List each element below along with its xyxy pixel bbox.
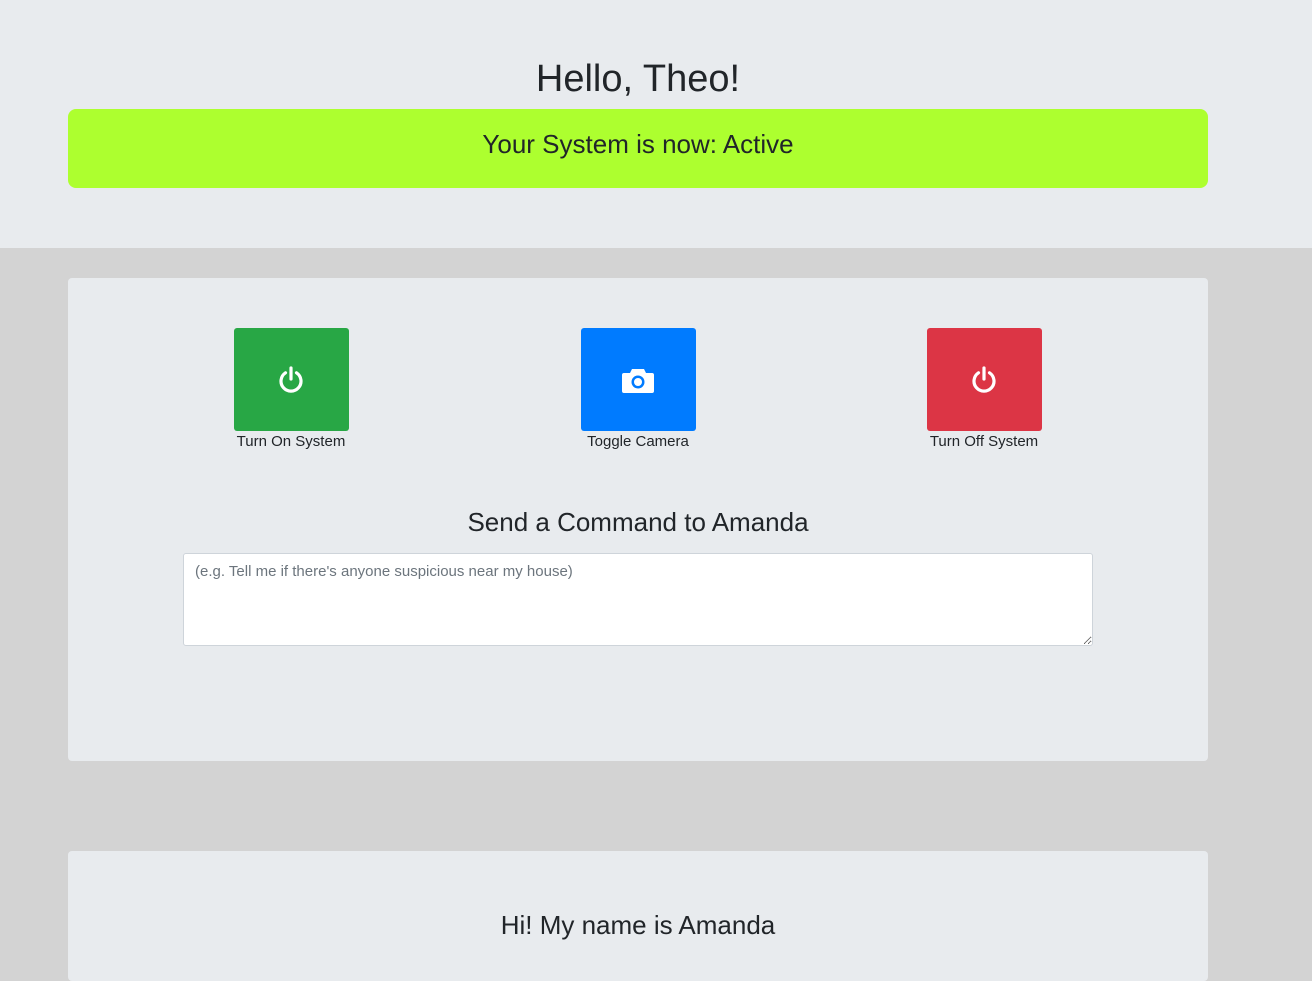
intro-title: Hi! My name is Amanda bbox=[500, 910, 776, 940]
turn-on-system-button[interactable] bbox=[233, 328, 349, 431]
turn-off-system-button[interactable] bbox=[926, 328, 1042, 431]
turn-off-system-label: Turn Off System bbox=[929, 433, 1039, 450]
toggle-camera-control: Toggle Camera bbox=[578, 328, 698, 451]
controls-panel: Turn On System Toggle Camera Turn Off Sy… bbox=[68, 278, 1208, 761]
page-title: Hello, Theo! bbox=[535, 58, 741, 100]
turn-on-system-label: Turn On System bbox=[236, 433, 346, 450]
camera-icon bbox=[622, 368, 654, 393]
toggle-camera-label: Toggle Camera bbox=[587, 433, 689, 450]
command-title: Send a Command to Amanda bbox=[467, 507, 809, 537]
intro-panel: Hi! My name is Amanda bbox=[68, 851, 1208, 981]
turn-on-control: Turn On System bbox=[231, 328, 351, 451]
power-icon bbox=[279, 365, 303, 393]
power-icon bbox=[972, 365, 996, 393]
header: Hello, Theo! Your System is now: Active bbox=[0, 0, 1312, 248]
command-input[interactable] bbox=[183, 553, 1093, 646]
toggle-camera-button[interactable] bbox=[580, 328, 696, 431]
turn-off-control: Turn Off System bbox=[924, 328, 1044, 451]
status-banner: Your System is now: Active bbox=[68, 109, 1208, 188]
